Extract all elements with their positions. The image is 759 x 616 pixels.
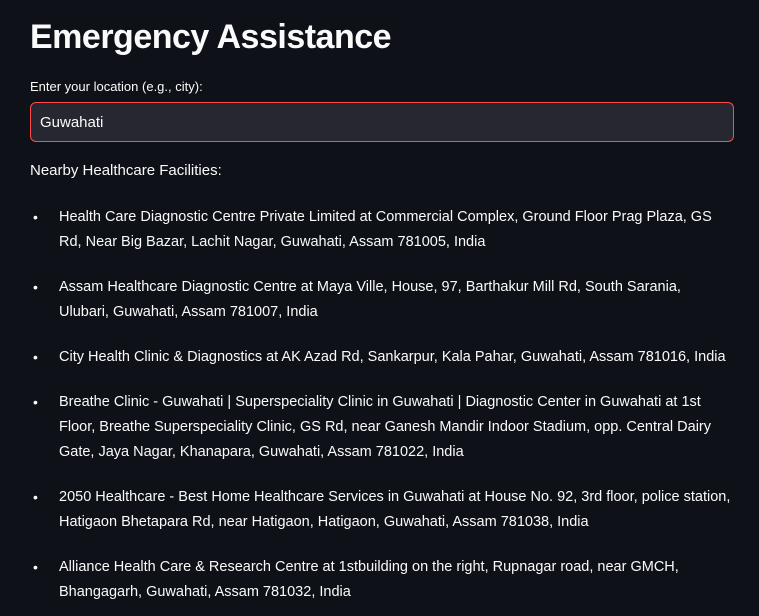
list-item: • Breathe Clinic - Guwahati | Superspeci… bbox=[30, 390, 734, 465]
facility-text: Breathe Clinic - Guwahati | Superspecial… bbox=[59, 394, 712, 460]
facility-text: City Health Clinic & Diagnostics at AK A… bbox=[59, 349, 726, 365]
bullet-icon: • bbox=[33, 209, 38, 225]
bullet-icon: • bbox=[33, 394, 38, 410]
location-input[interactable] bbox=[30, 102, 734, 142]
facility-text: Health Care Diagnostic Centre Private Li… bbox=[59, 209, 712, 250]
facility-text: Assam Healthcare Diagnostic Centre at Ma… bbox=[59, 279, 681, 320]
bullet-icon: • bbox=[33, 279, 38, 295]
list-item: • Assam Healthcare Diagnostic Centre at … bbox=[30, 275, 734, 325]
list-item: • Alliance Health Care & Research Centre… bbox=[30, 555, 734, 605]
facility-text: 2050 Healthcare - Best Home Healthcare S… bbox=[59, 489, 731, 530]
location-input-label: Enter your location (e.g., city): bbox=[30, 79, 203, 94]
facility-text: Alliance Health Care & Research Centre a… bbox=[59, 559, 679, 600]
app-page: Emergency Assistance Enter your location… bbox=[0, 0, 759, 616]
bullet-icon: • bbox=[33, 489, 38, 505]
list-item: • 2050 Healthcare - Best Home Healthcare… bbox=[30, 485, 734, 535]
bullet-icon: • bbox=[33, 349, 38, 365]
page-title: Emergency Assistance bbox=[30, 18, 392, 56]
facility-list: • Health Care Diagnostic Centre Private … bbox=[30, 205, 734, 616]
list-item: • City Health Clinic & Diagnostics at AK… bbox=[30, 345, 734, 370]
list-item: • Health Care Diagnostic Centre Private … bbox=[30, 205, 734, 255]
bullet-icon: • bbox=[33, 559, 38, 575]
results-heading: Nearby Healthcare Facilities: bbox=[30, 162, 222, 179]
